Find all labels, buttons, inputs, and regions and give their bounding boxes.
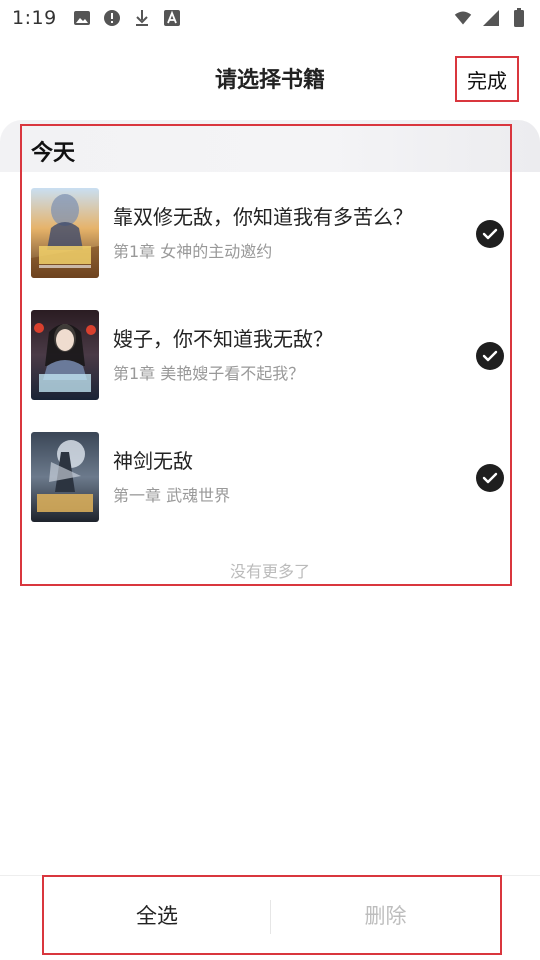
- book-info: 靠双修无敌，你知道我有多苦么？ 第1章 女神的主动邀约: [113, 203, 511, 263]
- book-info: 嫂子，你不知道我无敌？ 第1章 美艳嫂子看不起我？: [113, 325, 511, 385]
- checked-icon[interactable]: [476, 464, 504, 492]
- book-chapter: 第1章 美艳嫂子看不起我？: [113, 364, 305, 383]
- download-icon: [133, 9, 151, 27]
- header: 请选择书籍 完成: [0, 50, 540, 106]
- book-item[interactable]: 靠双修无敌，你知道我有多苦么？ 第1章 女神的主动邀约: [31, 188, 511, 278]
- book-chapter: 第一章 武魂世界: [113, 486, 231, 505]
- signal-icon: [482, 9, 500, 27]
- wifi-icon: [454, 9, 472, 27]
- book-title: 神剑无敌: [113, 449, 193, 473]
- status-time: 1:19: [12, 7, 57, 29]
- battery-icon: [510, 8, 528, 27]
- image-icon: [73, 9, 91, 27]
- checked-icon[interactable]: [476, 342, 504, 370]
- select-all-button[interactable]: 全选: [44, 877, 270, 953]
- book-item[interactable]: 嫂子，你不知道我无敌？ 第1章 美艳嫂子看不起我？: [31, 310, 511, 400]
- book-cover: [31, 432, 99, 522]
- book-info: 神剑无敌 第一章 武魂世界: [113, 447, 511, 507]
- page-title: 请选择书籍: [214, 68, 325, 93]
- status-bar: 1:19: [0, 0, 540, 36]
- no-more-text: 没有更多了: [229, 562, 310, 581]
- book-title: 靠双修无敌，你知道我有多苦么？: [113, 205, 413, 229]
- alert-circle-icon: [103, 9, 121, 27]
- done-button[interactable]: 完成: [455, 56, 519, 102]
- book-title: 嫂子，你不知道我无敌？: [113, 327, 333, 351]
- book-cover: [31, 188, 99, 278]
- book-item[interactable]: 神剑无敌 第一章 武魂世界: [31, 432, 511, 522]
- book-cover: [31, 310, 99, 400]
- status-right-icons: [454, 8, 528, 27]
- status-left-icons: [73, 9, 181, 27]
- screen: 1:19 请选择书籍 完成 今天 靠双修无敌，你知道我有多苦么？ 第1章 女神的…: [0, 0, 540, 960]
- book-chapter: 第1章 女神的主动邀约: [113, 242, 273, 261]
- font-a-icon: [163, 9, 181, 27]
- delete-button[interactable]: 删除: [271, 877, 500, 953]
- section-title: 今天: [31, 141, 76, 166]
- checked-icon[interactable]: [476, 220, 504, 248]
